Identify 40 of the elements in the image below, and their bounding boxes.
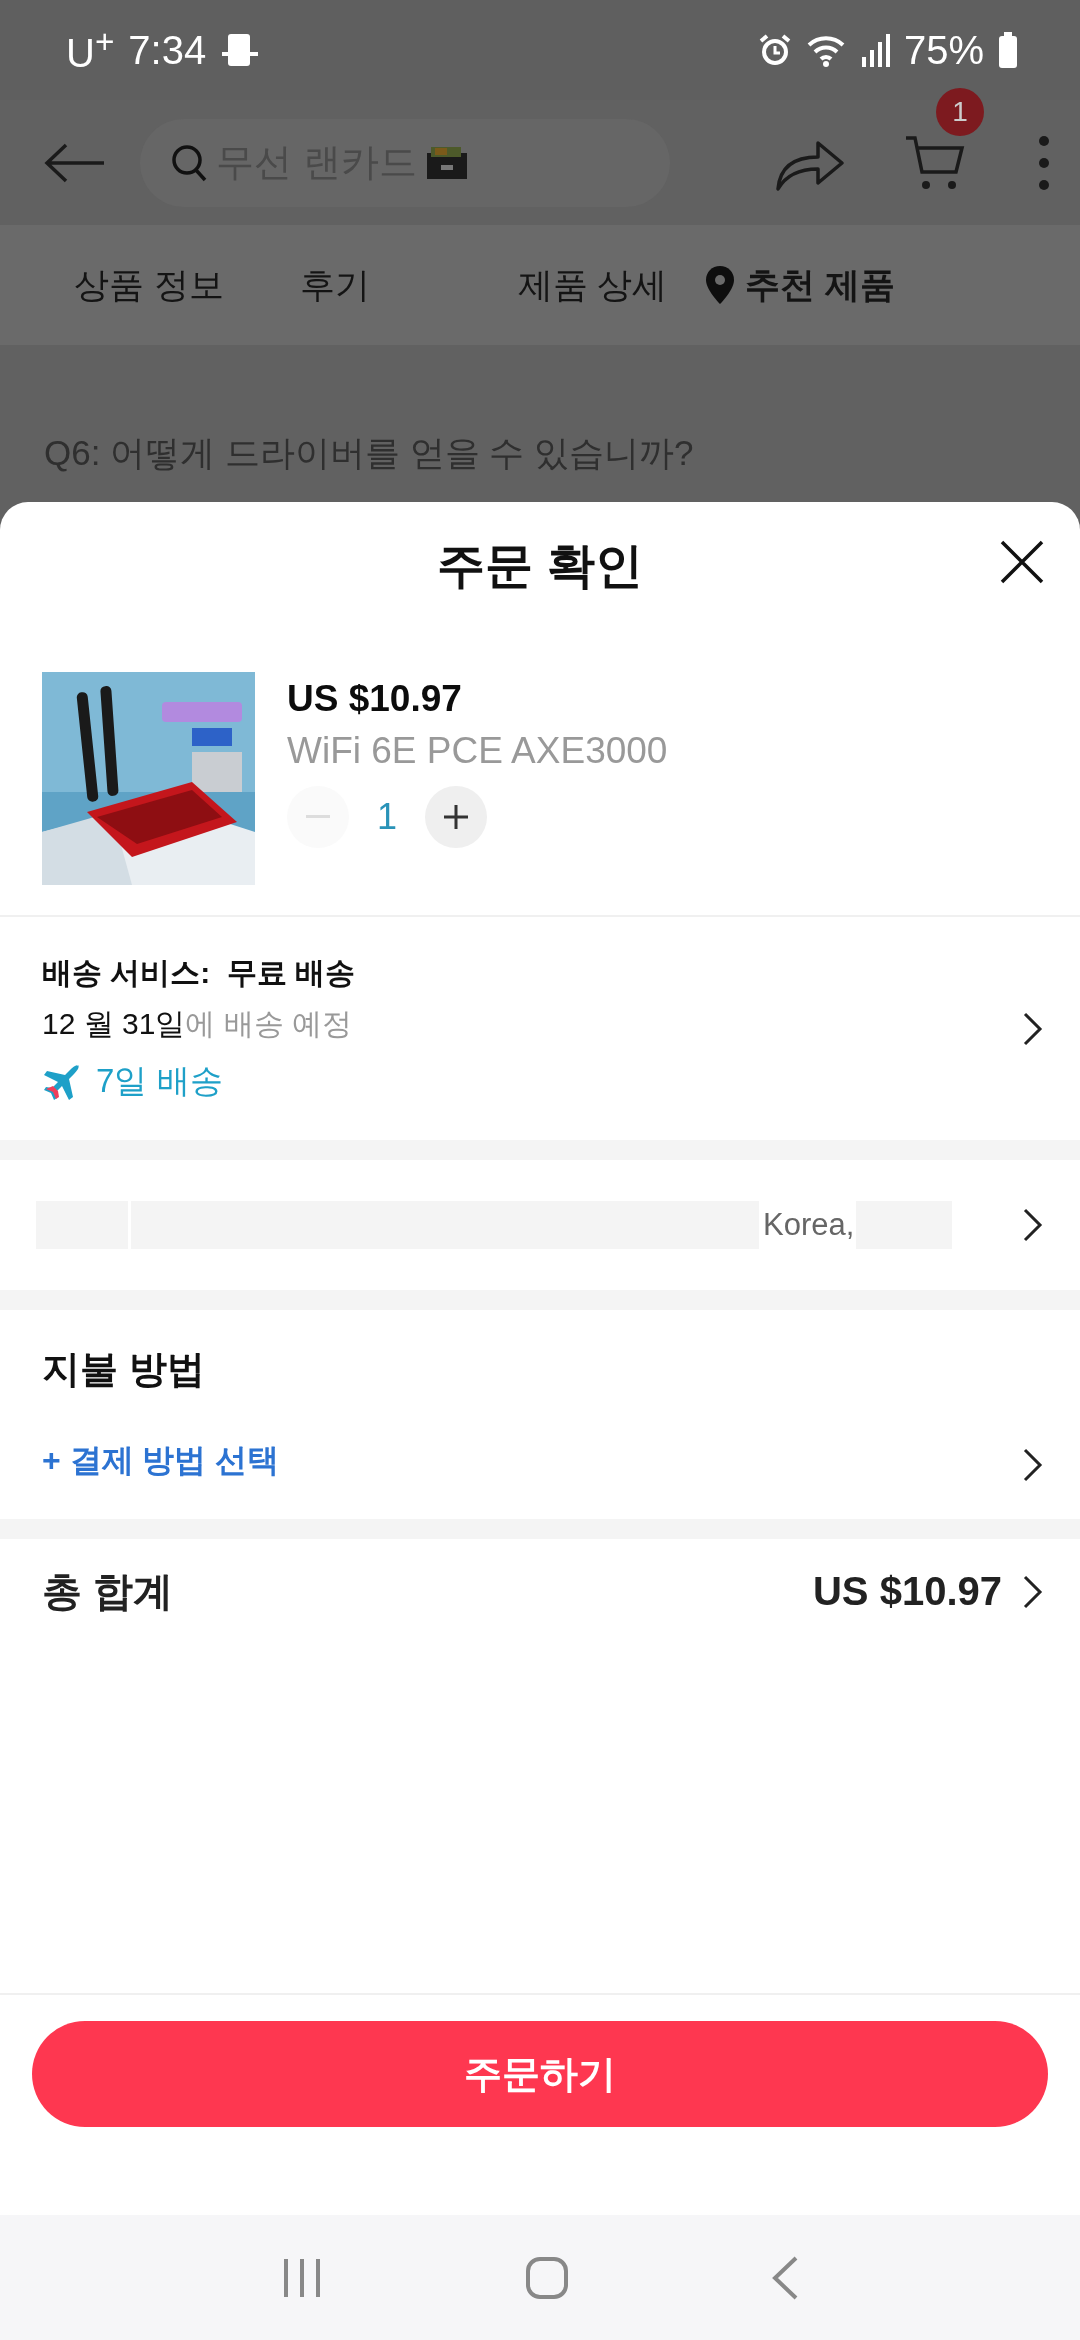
back-icon[interactable] [772,2255,798,2300]
delivery-time-label: 7일 배송 [96,1061,223,1101]
recent-apps-icon[interactable] [282,2256,322,2299]
file-box-icon [424,144,469,181]
location-pin-icon [705,265,736,305]
sheet-title: 주문 확인 [437,538,643,594]
section-title: 지불 방법 [42,1347,206,1392]
carrier-label: U$^{+}$ [66,23,115,77]
battery-percent: 75% [903,27,984,73]
search-icon [170,142,208,183]
chevron-icon[interactable] [1022,1207,1044,1243]
alarm-icon [757,33,792,67]
close-button[interactable] [1000,540,1044,584]
quantity-value: 1 [377,796,398,838]
product-price: US $10.97 [287,678,463,720]
shipping-service: 배송 서비스: 무료 배송 [42,955,357,991]
tab[interactable]: 상품 정보 [36,261,262,309]
order-button[interactable]: 주문하기 [32,2021,1048,2127]
product-name: WiFi 6E PCE AXE3000 [287,730,668,772]
wifi-icon [805,33,846,67]
select-payment-link[interactable]: + 결제 방법 선택 [42,1439,1022,1483]
battery-icon [998,32,1018,68]
total-label: 총 합계 [42,1568,175,1615]
home-icon[interactable] [526,2256,568,2299]
tab[interactable]: 추천 제품 [705,261,934,309]
airplane-icon [42,1062,82,1101]
close-icon [1000,540,1044,584]
back-arrow-icon[interactable] [44,142,106,183]
address-text: Korea, [763,1207,855,1243]
chevron-icon[interactable] [1022,1573,1044,1610]
more-icon[interactable] [1038,134,1050,191]
tab[interactable]: 후기 [261,261,408,309]
tab[interactable]: 제품 상세 [407,261,706,309]
signal-icon [859,33,890,67]
delivery-date: 12 월 31일에 배송 예정 [42,1006,354,1042]
total-amount: US $10.97 [812,1569,1002,1614]
clock-text: 7:34 [128,27,207,73]
chevron-icon[interactable] [1022,1010,1044,1047]
plus-icon [444,805,469,829]
chevron-icon[interactable] [1022,1447,1044,1483]
